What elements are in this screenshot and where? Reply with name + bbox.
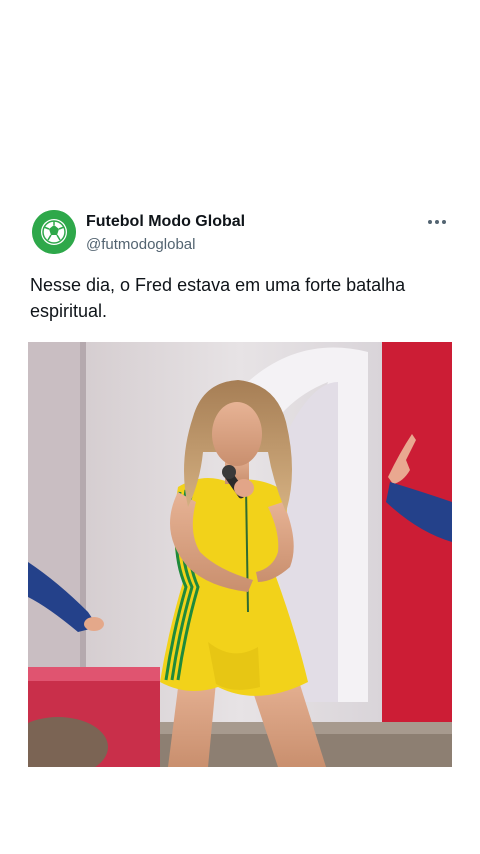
tweet-header: Futebol Modo Global @futmodoglobal [0, 200, 480, 266]
tweet-media[interactable] [28, 342, 452, 767]
tweet-text: Nesse dia, o Fred estava em uma forte ba… [30, 275, 406, 321]
author-handle[interactable]: @futmodoglobal [86, 235, 245, 255]
more-options-button[interactable] [426, 212, 448, 232]
performer-video-thumbnail [28, 342, 452, 767]
avatar[interactable] [32, 210, 76, 254]
soccer-ball-avatar-icon [32, 210, 76, 254]
page: Futebol Modo Global @futmodoglobal Nesse… [0, 0, 480, 854]
author-display-name[interactable]: Futebol Modo Global [86, 212, 245, 232]
tweet-card[interactable]: Futebol Modo Global @futmodoglobal Nesse… [0, 200, 480, 767]
more-options-icon [428, 220, 446, 224]
author-names[interactable]: Futebol Modo Global @futmodoglobal [86, 212, 245, 255]
